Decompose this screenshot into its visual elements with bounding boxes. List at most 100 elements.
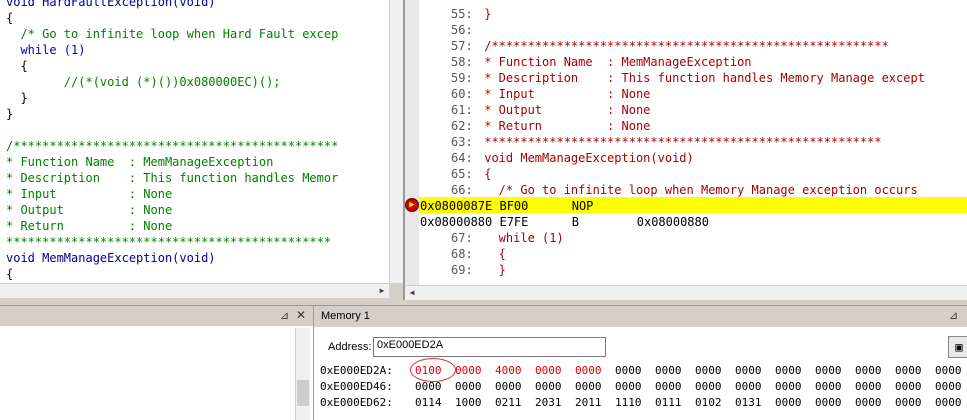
source-line[interactable]: /***************************************… [6, 138, 338, 154]
assembly-line[interactable]: 0x0800087E BF00 NOP [420, 198, 593, 214]
source-editor-vscroll[interactable] [389, 0, 404, 283]
memory-value[interactable]: 0114 [415, 395, 442, 411]
bottom-left-titlebar [0, 306, 313, 326]
source-line[interactable]: while (1) [6, 42, 85, 58]
source-line[interactable]: /* Go to infinite loop when Memory Manag… [477, 182, 918, 198]
disassembly-hscroll[interactable]: ◀ [405, 285, 967, 300]
disassembly-pane[interactable]: 55: } 56: 57: /***************************… [405, 0, 967, 285]
memory-value[interactable]: 0000 [815, 379, 842, 395]
line-number: 68: [451, 247, 473, 261]
memory-value[interactable]: 0000 [535, 363, 562, 379]
source-line[interactable]: * Output : None [6, 202, 172, 218]
source-line[interactable]: void MemManageException(void) [477, 150, 694, 166]
memory-value[interactable]: 0000 [935, 379, 962, 395]
source-line[interactable]: * Input : None [6, 186, 172, 202]
source-line[interactable]: ****************************************… [6, 234, 331, 250]
memory-value[interactable]: 0000 [495, 379, 522, 395]
address-label: Address: [328, 341, 372, 353]
line-number: 60: [451, 87, 473, 101]
source-line[interactable]: { [477, 246, 506, 262]
source-line[interactable]: * Return : None [477, 118, 650, 134]
memory-value[interactable]: 0000 [935, 395, 962, 411]
source-line[interactable]: //(*(void (*)())0x080000EC)(); [6, 74, 281, 90]
line-number: 62: [451, 119, 473, 133]
source-line[interactable]: * Input : None [477, 86, 650, 102]
line-number: 63: [451, 135, 473, 149]
memory-value[interactable]: 0000 [455, 363, 482, 379]
memory-value[interactable]: 1000 [455, 395, 482, 411]
memory-value[interactable]: 1110 [615, 395, 642, 411]
memory-value[interactable]: 0000 [815, 363, 842, 379]
source-line[interactable]: ****************************************… [477, 134, 881, 150]
source-line[interactable]: /***************************************… [477, 38, 889, 54]
line-number: 66: [451, 183, 473, 197]
source-line[interactable]: * Function Name : MemManageException [477, 54, 751, 70]
memory-value[interactable]: 0000 [895, 395, 922, 411]
memory-address: 0xE000ED62: [320, 396, 393, 409]
memory-value[interactable]: 0000 [855, 363, 882, 379]
source-editor-pane[interactable]: void HardFaultException(void){ /* Go to … [0, 0, 389, 283]
memory-value[interactable]: 0000 [735, 379, 762, 395]
source-line[interactable]: * Description : This function handles Me… [6, 170, 338, 186]
memory-value[interactable]: 0000 [695, 379, 722, 395]
memory-value[interactable]: 0131 [735, 395, 762, 411]
memory-value[interactable]: 0000 [815, 395, 842, 411]
memory-value[interactable]: 0000 [855, 379, 882, 395]
source-line[interactable]: } [477, 262, 506, 278]
memory-title: Memory 1 [321, 310, 370, 322]
bottom-left-vscroll[interactable] [295, 328, 310, 420]
memory-value[interactable]: 0000 [775, 395, 802, 411]
source-line[interactable]: } [6, 90, 27, 106]
scrollbar-thumb[interactable] [297, 380, 309, 406]
source-line[interactable]: * Description : This function handles Me… [477, 70, 925, 86]
assembly-line[interactable]: 0x08000880 E7FE B 0x08000880 [420, 214, 709, 230]
memory-value[interactable]: 2031 [535, 395, 562, 411]
memory-value[interactable]: 0000 [695, 363, 722, 379]
line-number: 61: [451, 103, 473, 117]
source-line[interactable]: } [6, 106, 13, 122]
memory-value[interactable]: 0000 [655, 363, 682, 379]
memory-value[interactable]: 2011 [575, 395, 602, 411]
source-line[interactable]: { [6, 10, 13, 26]
address-input[interactable]: 0xE000ED2A [373, 337, 606, 357]
source-line[interactable]: * Return : None [6, 218, 172, 234]
lock-icon[interactable]: ▣ [948, 336, 967, 358]
source-line[interactable]: { [6, 266, 13, 282]
line-number: 67: [451, 231, 473, 245]
memory-value[interactable]: 0000 [655, 379, 682, 395]
memory-value[interactable]: 0000 [855, 395, 882, 411]
pin-icon[interactable]: ⊿ [949, 309, 958, 322]
memory-value[interactable]: 0000 [775, 363, 802, 379]
source-line[interactable]: * Function Name : MemManageException [6, 154, 273, 170]
source-line[interactable]: void MemManageException(void) [6, 250, 216, 266]
memory-value[interactable]: 0000 [935, 363, 962, 379]
memory-value[interactable]: 0000 [615, 379, 642, 395]
memory-value[interactable]: 0000 [735, 363, 762, 379]
memory-value[interactable]: 0211 [495, 395, 522, 411]
pin-icon[interactable]: ⊿ [280, 309, 289, 322]
memory-value[interactable]: 0000 [455, 379, 482, 395]
source-line[interactable]: } [477, 6, 491, 22]
source-line[interactable]: { [477, 166, 491, 182]
memory-value[interactable]: 0000 [775, 379, 802, 395]
source-editor-hscroll[interactable]: ▶ [0, 283, 389, 298]
source-line[interactable]: * Output : None [477, 102, 650, 118]
close-icon[interactable]: ✕ [296, 308, 306, 322]
memory-value[interactable]: 0000 [615, 363, 642, 379]
memory-value[interactable]: 0000 [575, 363, 602, 379]
source-line[interactable]: void HardFaultException(void) [6, 0, 216, 10]
memory-value[interactable]: 0102 [695, 395, 722, 411]
breakpoint-gutter[interactable] [405, 0, 419, 285]
source-line[interactable]: { [6, 58, 27, 74]
scroll-right-icon[interactable]: ▶ [375, 284, 389, 298]
memory-value[interactable]: 0000 [535, 379, 562, 395]
scroll-left-icon[interactable]: ◀ [405, 286, 419, 300]
memory-value[interactable]: 0000 [575, 379, 602, 395]
memory-value[interactable]: 0111 [655, 395, 682, 411]
source-line[interactable]: /* Go to infinite loop when Hard Fault e… [6, 26, 338, 42]
line-number: 69: [451, 263, 473, 277]
memory-value[interactable]: 0000 [895, 379, 922, 395]
memory-value[interactable]: 0000 [895, 363, 922, 379]
memory-value[interactable]: 4000 [495, 363, 522, 379]
source-line[interactable]: while (1) [477, 230, 564, 246]
